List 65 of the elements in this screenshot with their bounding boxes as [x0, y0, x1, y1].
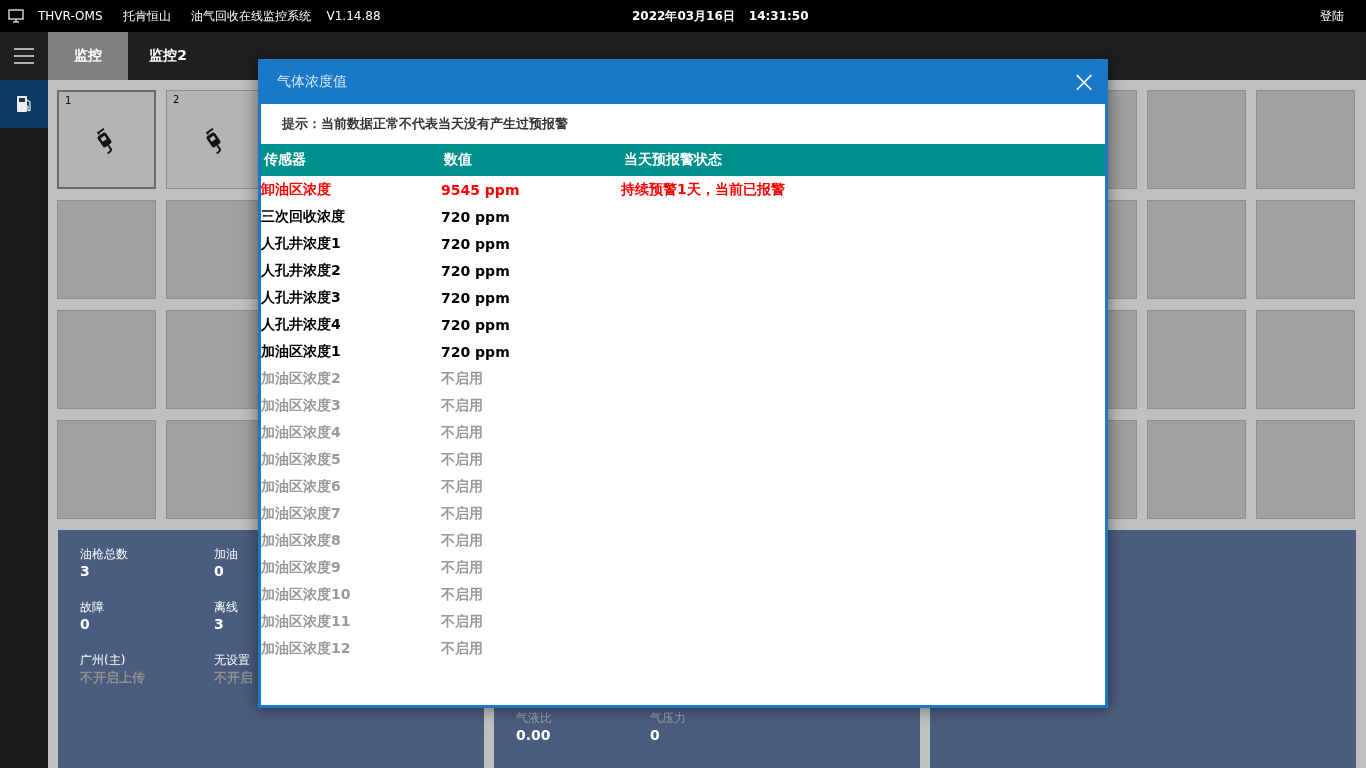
stat-value: 3: [80, 563, 90, 579]
hint-text: 提示：当前数据正常不代表当天没有产生过预报警: [281, 115, 569, 133]
stat-label: 离线: [214, 599, 238, 616]
sensor-name: 加油区浓度5: [261, 450, 342, 469]
stat-label: 广州(主): [80, 652, 126, 669]
dialog-title: 气体浓度值: [277, 72, 347, 91]
stat-value: 不开启: [214, 669, 253, 687]
app-code: THVR-OMS: [38, 9, 103, 23]
stat-value: 0: [214, 563, 224, 579]
sensor-value: 720 ppm: [441, 316, 511, 333]
sensor-name: 加油区浓度9: [261, 558, 342, 577]
stat-label: 气液比: [516, 710, 552, 727]
sensor-value: 不启用: [441, 504, 484, 523]
stat-value: 不开启上传: [80, 669, 145, 687]
sensor-value: 不启用: [441, 531, 484, 550]
sensor-name: 加油区浓度7: [261, 504, 342, 523]
sensor-value: 不启用: [441, 477, 484, 496]
sensor-name: 加油区浓度12: [261, 639, 352, 658]
stat-label: 气压力: [650, 710, 686, 727]
sensor-value: 不启用: [441, 612, 484, 631]
alarm-status: 持续预警1天，当前已报警: [621, 180, 786, 199]
sensor-name: 三次回收浓度: [261, 207, 346, 226]
stat-label: 故障: [80, 599, 104, 616]
company-name: 托肯恒山: [122, 7, 171, 25]
sensor-value: 不启用: [441, 450, 484, 469]
stat-value: 0: [650, 727, 660, 743]
tile-number: 1: [65, 95, 72, 106]
sensor-value: 不启用: [441, 585, 484, 604]
sensor-name: 加油区浓度10: [261, 585, 352, 604]
sensor-name: 加油区浓度2: [261, 369, 342, 388]
sensor-value: 不启用: [441, 423, 484, 442]
sensor-name: 人孔井浓度3: [261, 288, 342, 307]
stat-value: 3: [214, 616, 224, 632]
stat-value: 0: [80, 616, 90, 632]
sensor-value: 不启用: [441, 396, 484, 415]
sensor-name: 人孔井浓度1: [261, 234, 342, 253]
tile-number: 2: [173, 94, 180, 105]
sensor-name: 加油区浓度8: [261, 531, 342, 550]
sensor-value: 720 ppm: [441, 235, 511, 252]
sensor-name: 人孔井浓度2: [261, 261, 342, 280]
sensor-value: 720 ppm: [441, 262, 511, 279]
stat-label: 无设置: [214, 652, 250, 669]
sensor-value: 不启用: [441, 639, 484, 658]
sensor-name: 加油区浓度4: [261, 423, 342, 442]
column-header: 数值: [444, 151, 473, 169]
stat-value: 0.00: [516, 727, 551, 743]
column-header: 当天预报警状态: [624, 151, 723, 169]
time-label: 14:31:50: [748, 9, 809, 23]
system-name: 油气回收在线监控系统: [190, 7, 311, 25]
sensor-value: 720 ppm: [441, 343, 511, 360]
version-label: V1.14.88: [326, 9, 381, 23]
sensor-name: 加油区浓度3: [261, 396, 342, 415]
sensor-name: 加油区浓度11: [261, 612, 352, 631]
sensor-value: 不启用: [441, 369, 484, 388]
sensor-name: 加油区浓度1: [261, 342, 342, 361]
sensor-name: 人孔井浓度4: [261, 315, 342, 334]
column-header: 传感器: [264, 151, 307, 169]
sensor-value: 720 ppm: [441, 289, 511, 306]
sensor-value: 720 ppm: [441, 208, 511, 225]
stat-label: 加油: [214, 546, 238, 563]
stat-label: 油枪总数: [80, 546, 128, 563]
sensor-value: 9545 ppm: [441, 181, 521, 198]
date-label: 2022年03月16日: [632, 7, 735, 25]
sensor-value: 不启用: [441, 558, 484, 577]
sensor-name: 加油区浓度6: [261, 477, 342, 496]
